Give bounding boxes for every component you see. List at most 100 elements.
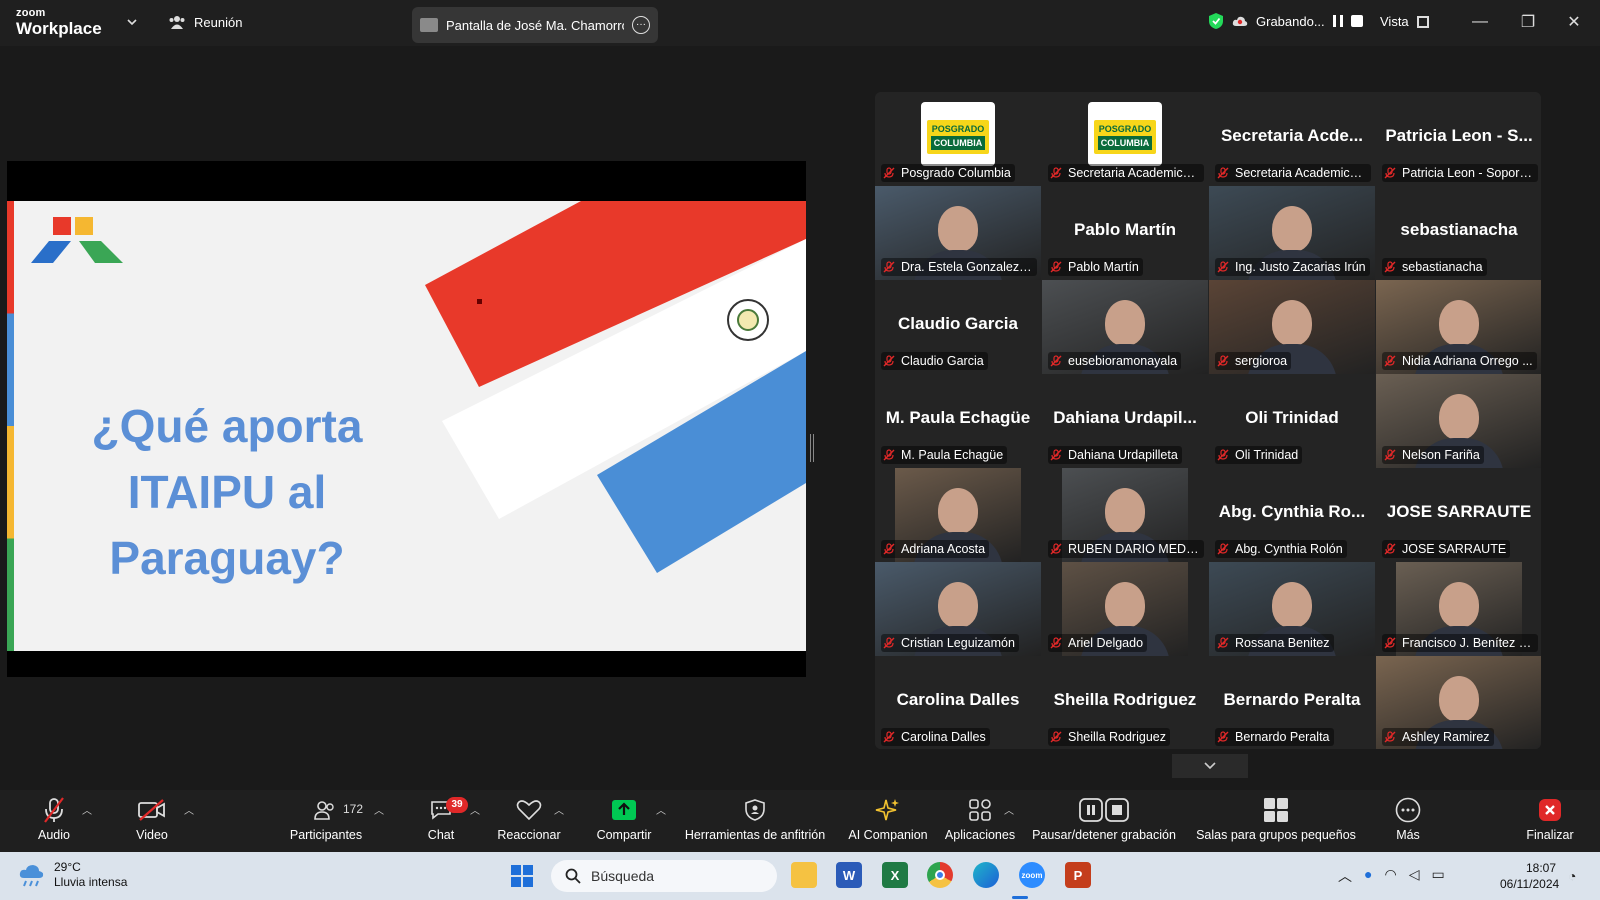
excel-icon[interactable]: X (882, 862, 908, 888)
participants-options-caret-icon[interactable]: ︿ (374, 802, 384, 817)
participant-tile[interactable]: Dahiana Urdapil... Dahiana Urdapilleta (1042, 374, 1208, 468)
participant-face (1439, 676, 1479, 722)
close-icon[interactable]: ✕ (1562, 10, 1586, 34)
share-options-caret-icon[interactable]: ︿ (656, 802, 666, 817)
resize-handle[interactable] (810, 434, 814, 462)
host-tools-button[interactable]: Herramientas de anfitrión (680, 794, 830, 850)
chevron-down-icon[interactable] (126, 16, 138, 28)
mic-muted-icon (1217, 731, 1229, 743)
edge-icon[interactable] (973, 862, 999, 888)
chat-label: Chat (427, 828, 455, 842)
participant-name-label: Adriana Acosta (881, 540, 990, 558)
slide-title-line: Paraguay? (109, 532, 345, 584)
video-options-caret-icon[interactable]: ︿ (184, 802, 194, 817)
participant-tile[interactable]: Nelson Fariña (1376, 374, 1541, 468)
video-button[interactable]: Video (132, 794, 172, 850)
national-seal-icon (727, 299, 769, 341)
participant-tile[interactable]: Nidia Adriana Orrego ... (1376, 280, 1541, 374)
ai-companion-button[interactable]: AI Companion (846, 794, 930, 850)
taskbar-clock[interactable]: 18:07 06/11/2024 (1500, 860, 1559, 892)
participant-tile[interactable]: Oli Trinidad Oli Trinidad (1209, 374, 1375, 468)
apps-icon (969, 799, 991, 821)
start-windows-icon[interactable] (510, 864, 534, 888)
end-meeting-button[interactable]: Finalizar (1522, 794, 1578, 850)
participant-tile[interactable]: POSGRADO COLUMBIA Secretaria Academica -..… (1042, 92, 1208, 186)
mic-muted-icon (1217, 167, 1229, 179)
participant-tile[interactable]: Secretaria Acde... Secretaria Academica -… (1209, 92, 1375, 186)
participant-tile[interactable]: Dra. Estela Gonzalez d... (875, 186, 1041, 280)
participant-tile[interactable]: Cristian Leguizamón (875, 562, 1041, 656)
brand-small: zoom (16, 7, 46, 19)
posgrado-columbia-logo: POSGRADO COLUMBIA (1088, 102, 1162, 166)
react-options-caret-icon[interactable]: ︿ (554, 802, 564, 817)
mic-muted-icon (1384, 543, 1396, 555)
weather-widget[interactable]: 29°C Lluvia intensa (18, 860, 127, 890)
participant-tile[interactable]: Ariel Delgado (1042, 562, 1208, 656)
screen-share-indicator[interactable]: Pantalla de José Ma. Chamorro A ··· (412, 7, 658, 43)
zoom-window: zoom Workplace Reunión Pantalla de José … (0, 0, 1600, 900)
zoom-app-icon[interactable]: zoom (1019, 862, 1045, 888)
participant-face (938, 488, 978, 534)
search-icon (565, 868, 581, 884)
encryption-shield-icon[interactable] (1208, 12, 1224, 30)
wifi-icon[interactable]: ◠ (1384, 866, 1396, 886)
participant-tile[interactable]: Claudio Garcia Claudio Garcia (875, 280, 1041, 374)
pause-stop-recording-button[interactable]: Pausar/detener grabación (1030, 794, 1178, 850)
participant-tile[interactable]: Bernardo Peralta Bernardo Peralta (1209, 656, 1375, 749)
pause-recording-icon[interactable] (1332, 15, 1343, 27)
more-button[interactable]: Más (1386, 794, 1430, 850)
logo-line1: POSGRADO (1098, 124, 1152, 134)
stop-recording-icon[interactable] (1350, 15, 1363, 27)
participant-tile[interactable]: Carolina Dalles Carolina Dalles (875, 656, 1041, 749)
participant-tile[interactable]: sergioroa (1209, 280, 1375, 374)
react-button[interactable]: Reaccionar (496, 794, 562, 850)
participant-tile[interactable]: M. Paula Echagüe M. Paula Echagüe (875, 374, 1041, 468)
participant-tile[interactable]: POSGRADO COLUMBIA Posgrado Columbia (875, 92, 1041, 186)
participant-tile[interactable]: Francisco J. Benítez del... (1376, 562, 1541, 656)
tray-overflow-chevron-icon[interactable]: ︿ (1338, 866, 1352, 886)
gallery-scroll-down-button[interactable] (1172, 754, 1248, 778)
restore-icon[interactable]: ❐ (1516, 10, 1540, 34)
participant-tile[interactable]: Ashley Ramirez (1376, 656, 1541, 749)
chat-options-caret-icon[interactable]: ︿ (470, 802, 480, 817)
view-menu[interactable]: Vista (1380, 14, 1429, 29)
breakout-rooms-button[interactable]: Salas para grupos pequeños (1194, 794, 1358, 850)
participant-tile[interactable]: Adriana Acosta (875, 468, 1041, 562)
participant-name-label: Nidia Adriana Orrego ... (1382, 352, 1537, 370)
share-label: Pantalla de José Ma. Chamorro A (446, 17, 624, 33)
shared-screen[interactable]: ¿Qué aporta ITAIPU al Paraguay? (7, 161, 806, 677)
word-icon[interactable]: W (836, 862, 862, 888)
participant-tile[interactable]: Rossana Benitez (1209, 562, 1375, 656)
participant-tile[interactable]: sebastianacha sebastianacha (1376, 186, 1541, 280)
participant-gallery: POSGRADO COLUMBIA Posgrado Columbia POSGRAD… (875, 92, 1541, 749)
powerpoint-icon[interactable]: P (1065, 862, 1091, 888)
mic-muted-icon (883, 167, 895, 179)
mic-muted-icon (1217, 637, 1229, 649)
participant-tile[interactable]: Abg. Cynthia Ro... Abg. Cynthia Rolón (1209, 468, 1375, 562)
participant-tile[interactable]: Sheilla Rodriguez Sheilla Rodriguez (1042, 656, 1208, 749)
more-options-icon[interactable]: ··· (632, 16, 650, 34)
participant-tile[interactable]: eusebioramonayala (1042, 280, 1208, 374)
participant-tile[interactable]: Pablo Martín Pablo Martín (1042, 186, 1208, 280)
chrome-icon[interactable] (927, 862, 953, 888)
minimize-icon[interactable]: — (1468, 10, 1492, 34)
participant-tile[interactable]: Patricia Leon - S... Patricia Leon - Sopo… (1376, 92, 1541, 186)
notification-bell-icon[interactable]: ◔ (1568, 868, 1576, 884)
microphone-icon[interactable]: ● (1364, 866, 1372, 886)
zoom-workplace-logo[interactable]: zoom Workplace (16, 7, 102, 39)
audio-button[interactable]: Audio (34, 794, 74, 850)
meeting-menu[interactable]: Reunión (168, 14, 242, 30)
audio-options-caret-icon[interactable]: ︿ (82, 802, 92, 817)
file-explorer-icon[interactable] (791, 862, 817, 888)
volume-icon[interactable]: ◁ (1409, 866, 1420, 886)
mic-muted-icon (883, 449, 895, 461)
pause-stop-label: Pausar/detener grabación (1032, 828, 1176, 842)
more-label: Más (1396, 828, 1420, 842)
participant-tile[interactable]: Ing. Justo Zacarias Irún (1209, 186, 1375, 280)
taskbar-search[interactable]: Búsqueda (551, 860, 777, 892)
participant-tile[interactable]: RUBEN DARIO MEDIN... (1042, 468, 1208, 562)
battery-icon[interactable]: ▭ (1431, 866, 1444, 886)
share-screen-button[interactable]: Compartir (592, 794, 656, 850)
apps-options-caret-icon[interactable]: ︿ (1004, 802, 1014, 817)
participant-tile[interactable]: JOSE SARRAUTE JOSE SARRAUTE (1376, 468, 1541, 562)
